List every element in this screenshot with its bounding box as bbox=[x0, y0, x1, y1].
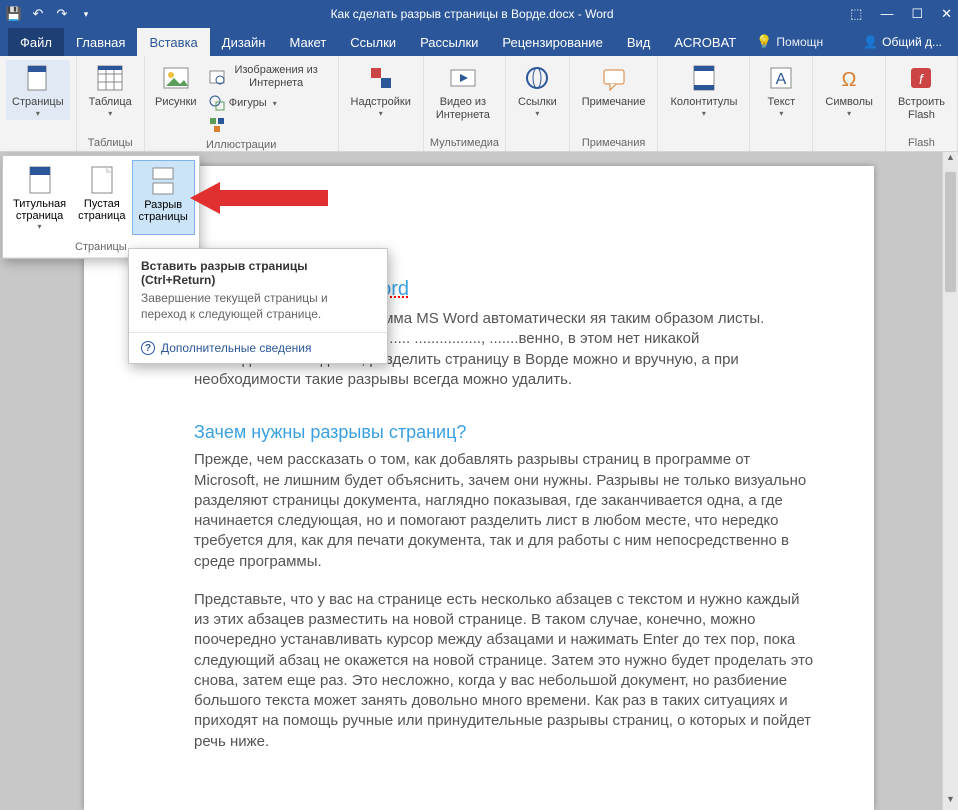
doc-paragraph: Прежде, чем рассказать о том, как добавл… bbox=[194, 450, 814, 572]
ribbon-options-icon[interactable]: ⬚ bbox=[850, 6, 862, 22]
tooltip-more-link[interactable]: ? Дополнительные сведения bbox=[129, 332, 387, 363]
online-pictures-button[interactable]: Изображения из Интернета bbox=[205, 62, 328, 91]
addins-button[interactable]: Надстройки ▾ bbox=[345, 60, 417, 120]
maximize-icon[interactable]: ☐ bbox=[911, 6, 923, 22]
symbols-button[interactable]: Ω Символы ▾ bbox=[819, 60, 879, 120]
comment-icon bbox=[598, 62, 630, 94]
redo-icon[interactable]: ↷ bbox=[54, 6, 70, 22]
page-break-button[interactable]: Разрыв страницы bbox=[132, 160, 195, 235]
blank-page-button[interactable]: Пустая страница bbox=[72, 160, 131, 235]
pictures-icon bbox=[160, 62, 192, 94]
annotation-arrow bbox=[190, 178, 330, 218]
textbox-icon: A bbox=[765, 62, 797, 94]
undo-icon[interactable]: ↶ bbox=[30, 6, 46, 22]
tab-home[interactable]: Главная bbox=[64, 28, 137, 56]
online-pictures-icon bbox=[209, 69, 225, 85]
addins-icon bbox=[365, 62, 397, 94]
doc-paragraph: Представьте, что у вас на странице есть … bbox=[194, 590, 814, 752]
tab-design[interactable]: Дизайн bbox=[210, 28, 278, 56]
tab-review[interactable]: Рецензирование bbox=[490, 28, 614, 56]
minimize-icon[interactable]: — bbox=[880, 6, 893, 22]
comment-button[interactable]: Примечание bbox=[576, 60, 652, 111]
shapes-button[interactable]: Фигуры▾ bbox=[205, 93, 328, 113]
close-icon[interactable]: ✕ bbox=[941, 6, 952, 22]
window-title: Как сделать разрыв страницы в Ворде.docx… bbox=[94, 7, 850, 21]
links-button[interactable]: Ссылки ▾ bbox=[512, 60, 563, 120]
chevron-down-icon: ▾ bbox=[36, 109, 40, 118]
doc-heading-2: Зачем нужны разрывы страниц? bbox=[194, 420, 814, 444]
scroll-thumb[interactable] bbox=[945, 172, 956, 292]
tab-layout[interactable]: Макет bbox=[277, 28, 338, 56]
cover-page-button[interactable]: Титульная страница▾ bbox=[7, 160, 72, 235]
tab-view[interactable]: Вид bbox=[615, 28, 663, 56]
chevron-down-icon: ▾ bbox=[379, 109, 383, 118]
save-icon[interactable]: 💾 bbox=[6, 6, 22, 22]
share-button[interactable]: 👤Общий д... bbox=[855, 28, 950, 56]
tab-file[interactable]: Файл bbox=[8, 28, 64, 56]
symbol-icon: Ω bbox=[833, 62, 865, 94]
chevron-down-icon: ▾ bbox=[847, 109, 851, 118]
bulb-icon: 💡 bbox=[756, 34, 772, 50]
help-icon: ? bbox=[141, 341, 155, 355]
pictures-button[interactable]: Рисунки bbox=[151, 60, 201, 111]
text-button[interactable]: A Текст ▾ bbox=[756, 60, 806, 120]
table-button[interactable]: Таблица ▾ bbox=[83, 60, 138, 120]
online-video-button[interactable]: Видео из Интернета bbox=[430, 60, 496, 123]
scroll-up-icon[interactable]: ▲ bbox=[943, 152, 958, 168]
pages-button[interactable]: Страницы ▾ bbox=[6, 60, 70, 120]
link-icon bbox=[521, 62, 553, 94]
page-break-icon bbox=[147, 165, 179, 197]
tab-insert[interactable]: Вставка bbox=[137, 28, 209, 56]
tooltip: Вставить разрыв страницы (Ctrl+Return) З… bbox=[128, 248, 388, 364]
shapes-icon bbox=[209, 95, 225, 111]
svg-text:Ω: Ω bbox=[842, 69, 857, 91]
chevron-down-icon: ▾ bbox=[108, 109, 112, 118]
smartart-button[interactable] bbox=[205, 115, 328, 135]
tab-mailings[interactable]: Рассылки bbox=[408, 28, 490, 56]
ribbon-tabs: Файл Главная Вставка Дизайн Макет Ссылки… bbox=[0, 28, 958, 56]
embed-flash-button[interactable]: f Встроить Flash bbox=[892, 60, 951, 123]
chevron-down-icon: ▾ bbox=[535, 109, 539, 118]
video-icon bbox=[447, 62, 479, 94]
qat-customize-icon[interactable]: ▾ bbox=[78, 6, 94, 22]
scroll-down-icon[interactable]: ▼ bbox=[943, 794, 958, 810]
header-icon bbox=[688, 62, 720, 94]
cover-page-icon bbox=[24, 164, 56, 196]
flash-icon: f bbox=[905, 62, 937, 94]
svg-text:A: A bbox=[776, 71, 787, 88]
pages-icon bbox=[22, 62, 54, 94]
blank-page-icon bbox=[86, 164, 118, 196]
share-icon: 👤 bbox=[863, 35, 878, 49]
tab-references[interactable]: Ссылки bbox=[338, 28, 408, 56]
tooltip-body: Завершение текущей страницы и переход к … bbox=[129, 291, 387, 332]
header-footer-button[interactable]: Колонтитулы ▾ bbox=[664, 60, 743, 120]
pages-dropdown: Титульная страница▾ Пустая страница Разр… bbox=[2, 155, 200, 259]
titlebar: 💾 ↶ ↷ ▾ Как сделать разрыв страницы в Во… bbox=[0, 0, 958, 28]
chevron-down-icon: ▾ bbox=[779, 109, 783, 118]
tell-me[interactable]: 💡Помощн bbox=[756, 28, 823, 56]
smartart-icon bbox=[209, 117, 225, 133]
chevron-down-icon: ▾ bbox=[702, 109, 706, 118]
tooltip-title: Вставить разрыв страницы (Ctrl+Return) bbox=[129, 249, 387, 291]
ribbon: Страницы ▾ Таблица ▾ Таблицы Рисунки bbox=[0, 56, 958, 152]
vertical-scrollbar[interactable]: ▲ ▼ bbox=[942, 152, 958, 810]
table-icon bbox=[94, 62, 126, 94]
tab-acrobat[interactable]: ACROBAT bbox=[662, 28, 748, 56]
